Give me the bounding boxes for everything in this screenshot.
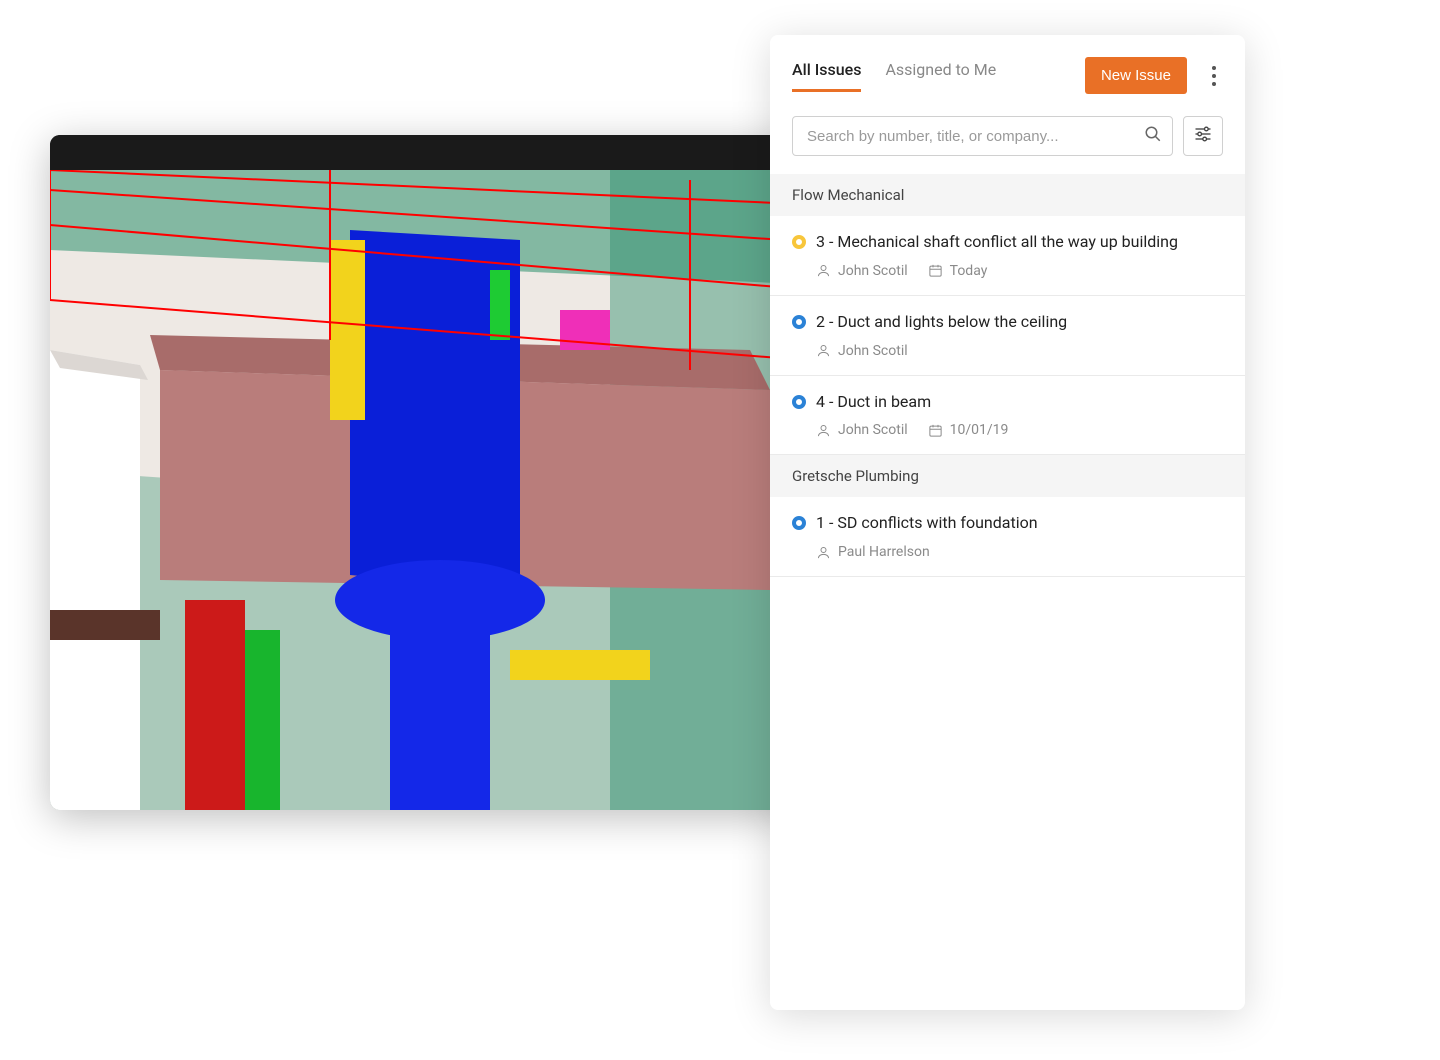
user-icon (816, 423, 831, 438)
issue-title: 3 - Mechanical shaft conflict all the wa… (816, 232, 1178, 253)
issue-title: 2 - Duct and lights below the ceiling (816, 312, 1067, 333)
new-issue-button[interactable]: New Issue (1085, 57, 1187, 94)
issue-group-header: Flow Mechanical (770, 174, 1245, 216)
search-icon (1144, 125, 1162, 147)
issue-title: 4 - Duct in beam (816, 392, 931, 413)
issues-list: Flow Mechanical 3 - Mechanical shaft con… (770, 174, 1245, 1010)
status-dot-icon (792, 395, 806, 409)
issue-assignee: John Scotil (816, 343, 908, 359)
issue-date: Today (928, 263, 988, 279)
issue-item[interactable]: 2 - Duct and lights below the ceiling Jo… (770, 296, 1245, 376)
issue-assignee: Paul Harrelson (816, 544, 930, 560)
issue-title: 1 - SD conflicts with foundation (816, 513, 1038, 534)
more-menu-icon[interactable] (1205, 64, 1223, 88)
issue-assignee: John Scotil (816, 263, 908, 279)
status-dot-icon (792, 516, 806, 530)
status-dot-icon (792, 235, 806, 249)
issue-item[interactable]: 1 - SD conflicts with foundation Paul Ha… (770, 497, 1245, 577)
issues-tabs: All Issues Assigned to Me (792, 60, 996, 92)
tab-all-issues[interactable]: All Issues (792, 60, 861, 92)
issues-panel: All Issues Assigned to Me New Issue (770, 35, 1245, 1010)
issue-item[interactable]: 4 - Duct in beam John Scotil 10/01/19 (770, 376, 1245, 456)
calendar-icon (928, 423, 943, 438)
user-icon (816, 263, 831, 278)
search-input[interactable] (807, 128, 1144, 145)
search-box[interactable] (792, 116, 1173, 156)
sliders-icon (1193, 124, 1213, 148)
issues-panel-header: All Issues Assigned to Me New Issue (770, 35, 1245, 174)
calendar-icon (928, 263, 943, 278)
filter-button[interactable] (1183, 116, 1223, 156)
status-dot-icon (792, 315, 806, 329)
user-icon (816, 343, 831, 358)
tab-assigned-to-me[interactable]: Assigned to Me (885, 60, 996, 92)
issue-group-header: Gretsche Plumbing (770, 455, 1245, 497)
issue-item[interactable]: 3 - Mechanical shaft conflict all the wa… (770, 216, 1245, 296)
user-icon (816, 545, 831, 560)
issue-assignee: John Scotil (816, 422, 908, 438)
issue-date: 10/01/19 (928, 422, 1009, 438)
